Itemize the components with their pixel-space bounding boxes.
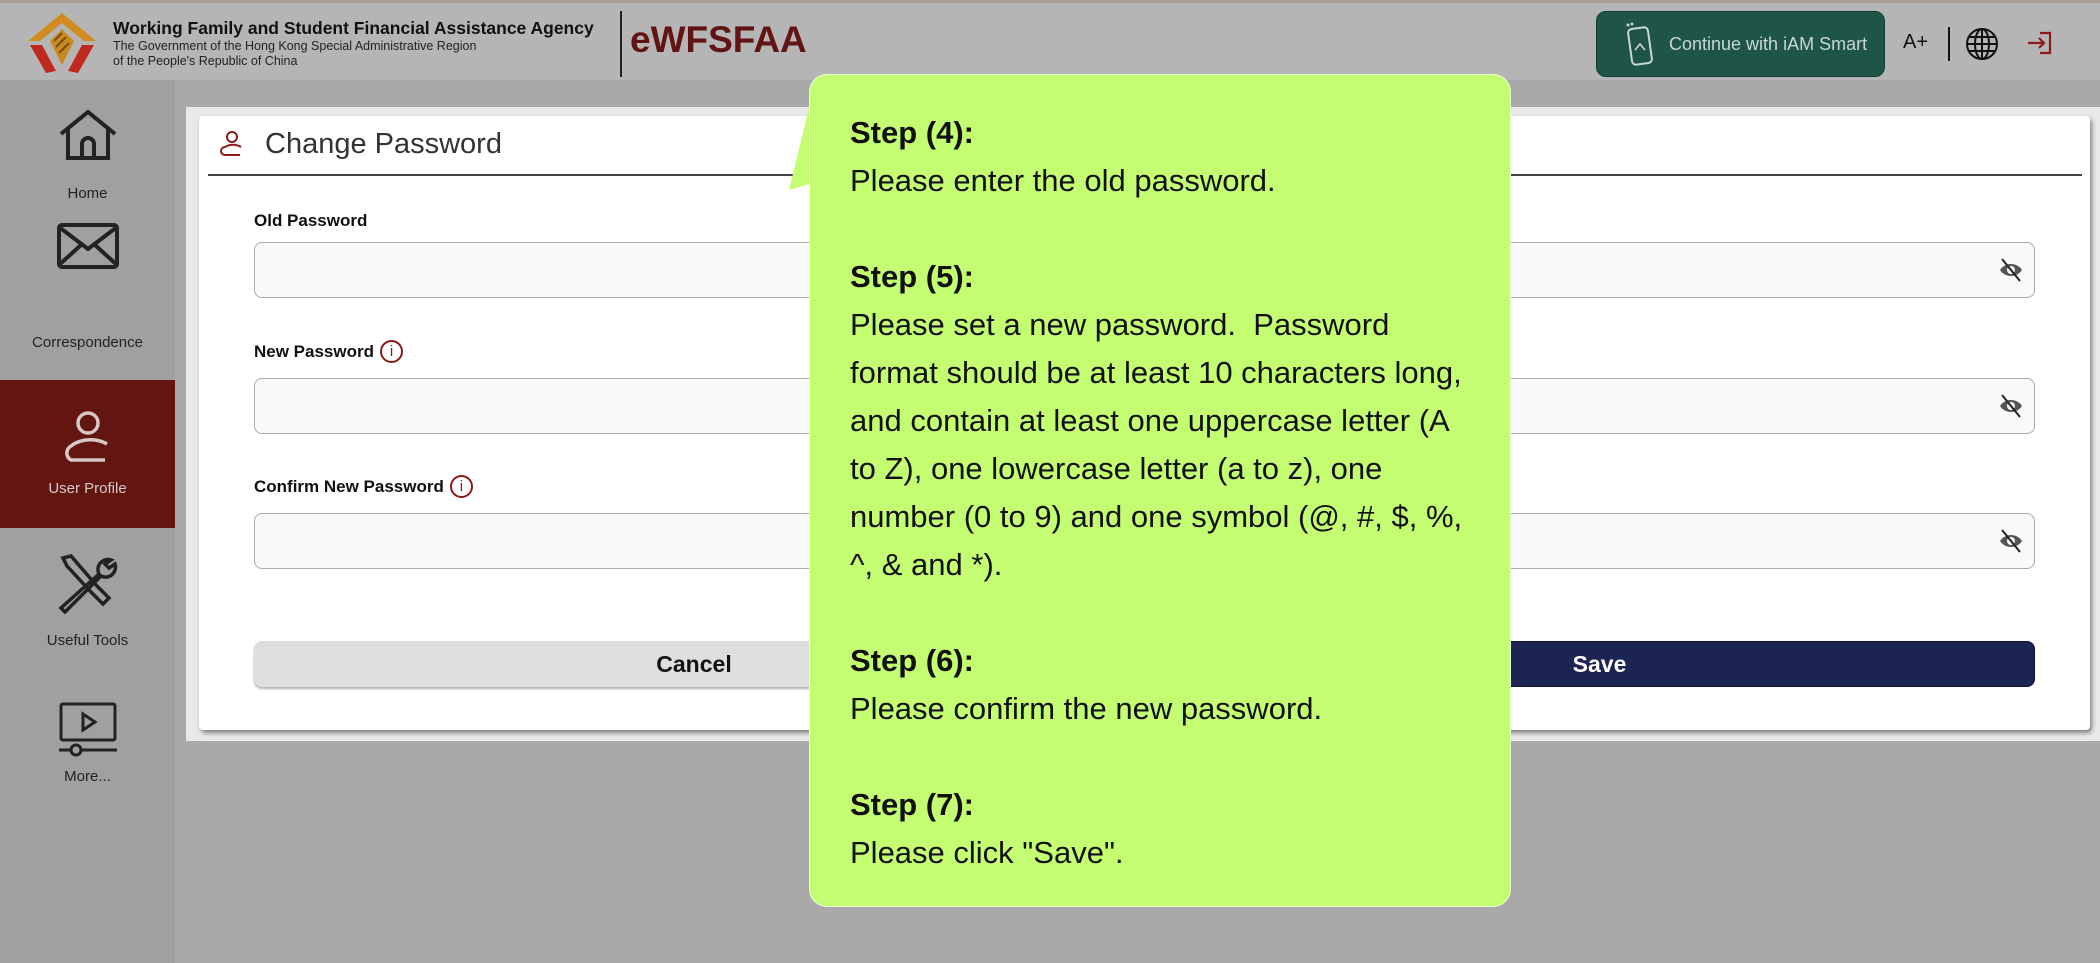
sidebar-item-label: Correspondence — [32, 334, 143, 351]
header: Working Family and Student Financial Ass… — [0, 0, 2100, 80]
font-size-button[interactable]: A+ — [1903, 31, 1928, 54]
confirm-password-label: Confirm New Password i — [254, 475, 473, 498]
step-4: Step (4): Please enter the old password. — [850, 109, 1480, 205]
sidebar-item-label: User Profile — [48, 480, 127, 497]
step-title: Step (4): — [850, 115, 974, 150]
step-title: Step (7): — [850, 787, 974, 822]
step-text: Please enter the old password. — [850, 163, 1276, 198]
logout-icon[interactable] — [2026, 29, 2054, 57]
new-password-label: New Password i — [254, 340, 403, 363]
field-label: Confirm New Password — [254, 476, 444, 496]
sidebar-item-correspondence[interactable]: Correspondence — [0, 192, 175, 351]
iam-smart-phone-icon — [1626, 22, 1653, 66]
sidebar-item-useful-tools[interactable]: Useful Tools — [0, 528, 175, 676]
old-password-label: Old Password — [254, 211, 367, 231]
eye-off-icon[interactable] — [1998, 257, 2024, 283]
brand-name: eWFSFAA — [630, 19, 807, 60]
eye-off-icon[interactable] — [1998, 393, 2024, 419]
step-text: Please set a new password. Password form… — [850, 307, 1471, 582]
iam-smart-button[interactable]: Continue with iAM Smart — [1596, 11, 1885, 77]
step-6: Step (6): Please confirm the new password… — [850, 637, 1480, 733]
step-5: Step (5): Please set a new password. Pass… — [850, 253, 1480, 589]
tools-icon — [58, 554, 118, 614]
field-label: Old Password — [254, 211, 368, 230]
step-title: Step (6): — [850, 643, 974, 678]
video-icon — [59, 702, 117, 757]
step-text: Please confirm the new password. — [850, 691, 1323, 726]
divider — [620, 11, 622, 77]
user-icon — [220, 131, 242, 156]
agency-name: Working Family and Student Financial Ass… — [113, 18, 594, 38]
info-icon[interactable]: i — [449, 475, 473, 498]
sidebar: Home Correspondence User Profile Useful … — [0, 80, 175, 963]
sidebar-item-label: Useful Tools — [46, 632, 129, 649]
sidebar-item-user-profile[interactable]: User Profile — [0, 380, 175, 528]
globe-icon[interactable] — [1965, 27, 1999, 61]
eye-off-icon[interactable] — [1998, 528, 2024, 554]
agency-logo — [28, 13, 96, 73]
agency-sub2: of the People's Republic of China — [113, 54, 298, 68]
sidebar-item-label: More... — [64, 768, 111, 785]
step-text: Please click "Save". — [850, 835, 1124, 870]
step-title: Step (5): — [850, 259, 974, 294]
agency-sub1: The Government of the Hong Kong Special … — [113, 39, 477, 53]
envelope-icon — [57, 223, 119, 269]
field-label: New Password — [254, 341, 374, 361]
home-icon — [59, 109, 117, 160]
page-title: Change Password — [265, 128, 502, 160]
divider — [1948, 27, 1950, 61]
iam-smart-label: Continue with iAM Smart — [1669, 33, 1868, 54]
sidebar-item-more[interactable]: More... — [0, 676, 175, 824]
agency-title: Working Family and Student Financial Ass… — [113, 18, 594, 69]
user-icon — [65, 411, 108, 462]
step-7: Step (7): Please click "Save". — [850, 781, 1480, 877]
info-icon[interactable]: i — [380, 340, 403, 363]
instruction-callout: Step (4): Please enter the old password. … — [809, 74, 1511, 907]
